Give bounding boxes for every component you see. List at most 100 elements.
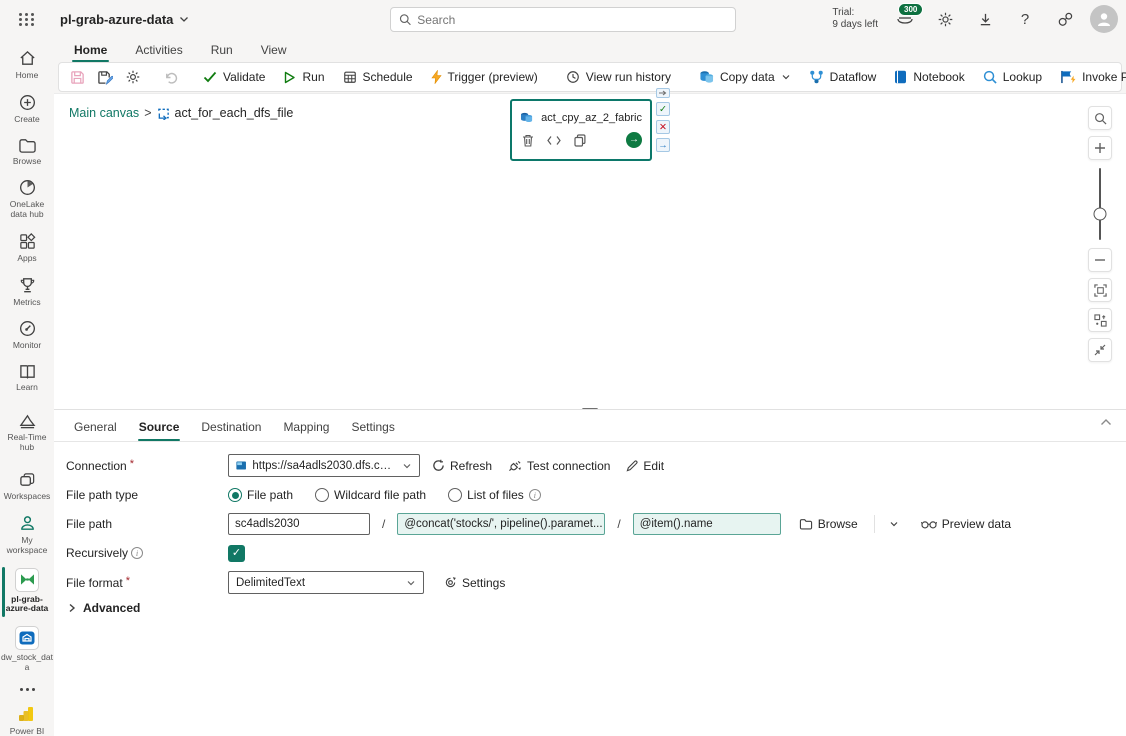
recursively-checkbox[interactable]: ✓ [228,544,245,562]
schedule-button[interactable]: Schedule [335,66,421,88]
sidebar-item-dw-stock-data[interactable]: dw_stock_data [0,621,54,680]
sidebar-item-workspaces[interactable]: Workspaces [0,467,54,509]
file-format-dropdown[interactable]: DelimitedText [228,571,424,594]
canvas-zoom-controls [1088,106,1112,362]
lookup-button[interactable]: Lookup [975,66,1050,88]
save-as-button[interactable] [92,66,118,89]
sidebar-item-onelake-data-hub[interactable]: OneLake data hub [0,173,54,227]
tab-home[interactable]: Home [62,40,119,62]
user-avatar[interactable] [1090,5,1118,33]
notebook-button[interactable]: Notebook [886,66,972,88]
tab-mapping[interactable]: Mapping [273,416,339,441]
tab-settings[interactable]: Settings [341,416,404,441]
advanced-section-toggle[interactable]: Advanced [68,601,1114,615]
gear-icon [938,12,952,26]
zoom-search-button[interactable] [1088,106,1112,130]
save-button[interactable] [65,66,90,89]
pipeline-title-menu[interactable]: pl-grab-azure-data [60,12,189,27]
radio-wildcard-file-path[interactable]: Wildcard file path [315,488,426,502]
save-as-icon [98,70,113,85]
sidebar-item-pl-grab-azure-data[interactable]: pl-grab-azure-data [0,563,54,622]
breadcrumb-activity-name[interactable]: act_for_each_dfs_file [175,106,294,120]
sidebar-item-real-time-hub[interactable]: Real-Time hub [0,408,54,460]
run-button[interactable]: Run [275,66,332,88]
pipeline-canvas[interactable]: Main canvas > act_for_each_dfs_file act_… [54,88,1126,411]
connection-value: https://sa4adls2030.dfs.core.wind... [252,459,396,472]
folder-icon [799,519,812,530]
file-path-container-input[interactable]: sc4adls2030 [228,513,370,535]
plug-icon [509,460,522,471]
copy-data-button[interactable]: Copy data [691,66,799,88]
sidebar-item-home[interactable]: Home [0,44,54,88]
collapse-canvas-button[interactable] [1088,338,1112,362]
search-input[interactable] [417,12,727,27]
delete-activity-button[interactable] [520,132,536,148]
view-code-button[interactable] [546,132,562,148]
tab-source[interactable]: Source [129,416,190,441]
zoom-out-button[interactable] [1088,248,1112,272]
clone-activity-button[interactable] [572,132,588,148]
trigger-button[interactable]: Trigger (preview) [423,66,546,88]
copy-activity-node[interactable]: act_cpy_az_2_fabric → [510,99,652,161]
trial-points-button[interactable]: 300 [890,3,924,34]
connection-dropdown[interactable]: https://sa4adls2030.dfs.core.wind... [228,454,420,477]
view-run-history-button[interactable]: View run history [558,66,679,88]
auto-align-button[interactable] [1088,308,1112,332]
source-form: Connection * https://sa4adls2030.dfs.core… [54,442,1126,615]
sidebar-item-monitor[interactable]: Monitor [0,314,54,358]
radio-file-path[interactable]: File path [228,488,293,502]
on-completion-port[interactable]: → [656,138,670,152]
format-settings-button[interactable]: Settings [440,574,509,592]
collapse-panel-button[interactable] [1100,418,1112,426]
feedback-button[interactable] [1050,4,1080,34]
sidebar-item-apps[interactable]: Apps [0,227,54,271]
more-icon [19,687,23,691]
sidebar-item-create[interactable]: Create [0,88,54,132]
preview-data-button[interactable]: Preview data [917,515,1015,533]
validate-button[interactable]: Validate [195,66,273,88]
on-success-port[interactable]: ✓ [656,102,670,116]
global-search[interactable] [390,7,736,32]
file-path-directory-input[interactable]: @concat('stocks/', pipeline().paramet... [397,513,606,535]
zoom-slider-knob[interactable] [1093,207,1107,221]
dataflow-button[interactable]: Dataflow [801,66,885,88]
edit-connection-button[interactable]: Edit [622,457,668,475]
download-button[interactable] [970,4,1000,34]
tab-view[interactable]: View [249,40,299,62]
breadcrumb-main-canvas-link[interactable]: Main canvas [69,106,139,120]
zoom-slider[interactable] [1093,168,1107,240]
zoom-in-button[interactable] [1088,136,1112,160]
pipeline-settings-button[interactable] [120,65,146,89]
sidebar-item-power-bi[interactable]: Power BI [0,699,54,736]
test-connection-button[interactable]: Test connection [504,457,614,475]
sidebar-item-my-workspace[interactable]: My workspace [0,509,54,563]
chevron-down-icon [180,17,189,22]
waffle-menu-icon[interactable] [0,0,54,38]
settings-button[interactable] [930,4,960,34]
undo-button[interactable] [158,66,183,89]
file-path-filename-input[interactable]: @item().name [632,513,781,535]
apps-icon [19,232,35,249]
sidebar-item-metrics[interactable]: Metrics [0,271,54,315]
on-failure-port[interactable]: ✕ [656,120,670,134]
more-workspaces-button[interactable] [19,680,35,699]
browse-button[interactable]: Browse [795,515,862,533]
search-icon [399,14,411,26]
settings-gear-icon [445,577,456,588]
refresh-button[interactable]: Refresh [428,457,496,475]
activity-go-button[interactable]: → [626,132,642,148]
topbar-actions: Trial: 9 days left 300 ? [832,0,1118,38]
zoom-to-fit-button[interactable] [1088,278,1112,302]
tab-run[interactable]: Run [199,40,245,62]
radio-list-of-files[interactable]: List of files i [448,488,541,502]
help-button[interactable]: ? [1010,4,1040,34]
tab-activities[interactable]: Activities [123,40,194,62]
sidebar-item-browse[interactable]: Browse [0,132,54,174]
tab-destination[interactable]: Destination [191,416,271,441]
sidebar-item-learn[interactable]: Learn [0,358,54,400]
on-skip-port[interactable] [656,88,670,98]
tab-general[interactable]: General [64,416,127,441]
connection-row: Connection * https://sa4adls2030.dfs.core… [66,454,1114,477]
invoke-pipeline-button[interactable]: Invoke Pipeline [1052,66,1126,88]
browse-options-chevron[interactable] [887,517,901,531]
